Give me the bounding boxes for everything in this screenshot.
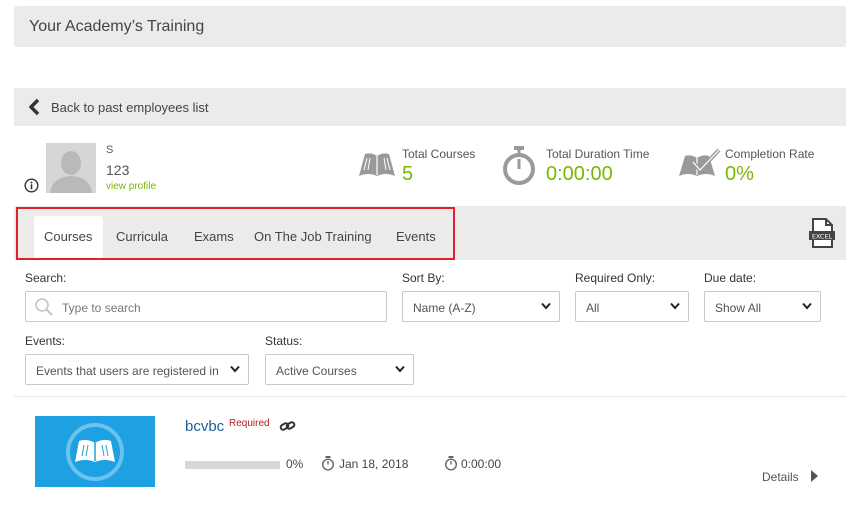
events-label: Events:	[25, 334, 66, 348]
search-input[interactable]: Type to search	[25, 291, 387, 322]
status-select[interactable]: Active Courses	[265, 354, 414, 385]
status-value: Active Courses	[276, 364, 357, 378]
stat-value: 0:00:00	[546, 163, 613, 185]
filters-panel: Search: Type to search Sort By: Name (A-…	[14, 260, 846, 390]
user-id: 123	[106, 162, 130, 178]
user-name: S	[106, 144, 114, 156]
back-link-label: Back to past employees list	[51, 100, 209, 115]
stopwatch-icon	[444, 456, 458, 471]
required-badge: Required	[229, 418, 270, 429]
chevron-down-icon	[395, 365, 405, 373]
page-title: Your Academy’s Training	[29, 18, 205, 35]
info-icon[interactable]	[24, 178, 39, 193]
tab-bar: Courses Curricula Exams On The Job Train…	[14, 206, 846, 260]
events-value: Events that users are registered in	[36, 364, 219, 378]
course-item: bcvbc Required 0% Jan 18, 2018 0:00:00 D…	[14, 397, 846, 514]
chevron-down-icon	[230, 365, 240, 373]
due-date-select[interactable]: Show All	[704, 291, 821, 322]
details-link[interactable]: Details	[762, 470, 799, 484]
calendar-clock-icon	[321, 456, 335, 471]
stat-label: Total Courses	[402, 147, 476, 161]
page-title-bar: Your Academy’s Training	[14, 6, 846, 47]
chevron-down-icon	[802, 302, 812, 310]
caret-right-icon[interactable]	[810, 470, 818, 482]
course-duration: 0:00:00	[461, 457, 502, 471]
stat-label: Completion Rate	[725, 147, 815, 161]
search-icon	[35, 298, 53, 316]
avatar	[46, 143, 96, 193]
course-date: Jan 18, 2018	[339, 457, 409, 471]
search-label: Search:	[25, 271, 67, 285]
events-select[interactable]: Events that users are registered in	[25, 354, 249, 385]
user-summary: S 123 view profile Total Courses 5 Total…	[14, 126, 846, 206]
course-title-link[interactable]: bcvbc	[185, 418, 224, 435]
sort-by-select[interactable]: Name (A-Z)	[402, 291, 560, 322]
due-date-label: Due date:	[704, 271, 757, 285]
view-profile-link[interactable]: view profile	[106, 181, 156, 192]
stat-value: 5	[402, 163, 414, 185]
chevron-left-icon	[29, 98, 40, 116]
stat-label: Total Duration Time	[546, 147, 650, 161]
tabs-highlight-box	[16, 207, 455, 260]
sort-by-label: Sort By:	[402, 271, 445, 285]
search-placeholder: Type to search	[62, 301, 141, 315]
required-only-label: Required Only:	[575, 271, 656, 285]
open-book-logo-icon	[66, 423, 124, 481]
due-date-value: Show All	[715, 301, 762, 315]
status-label: Status:	[265, 334, 303, 348]
sort-by-value: Name (A-Z)	[413, 301, 476, 315]
chevron-down-icon	[541, 302, 551, 310]
progress-percent: 0%	[286, 457, 304, 471]
excel-label: EXCEL	[812, 232, 833, 240]
avatar-silhouette-icon	[46, 143, 96, 193]
course-thumbnail[interactable]	[35, 416, 155, 487]
chevron-down-icon	[670, 302, 680, 310]
required-only-value: All	[586, 301, 600, 315]
stopwatch-icon	[503, 146, 535, 185]
back-to-list-link[interactable]: Back to past employees list	[14, 88, 846, 126]
stat-value: 0%	[725, 163, 754, 185]
required-only-select[interactable]: All	[575, 291, 689, 322]
link-icon[interactable]	[279, 419, 296, 433]
book-icon	[359, 153, 395, 176]
book-check-icon	[679, 148, 721, 176]
excel-export-icon[interactable]: EXCEL	[808, 218, 836, 248]
progress-bar	[185, 461, 280, 469]
